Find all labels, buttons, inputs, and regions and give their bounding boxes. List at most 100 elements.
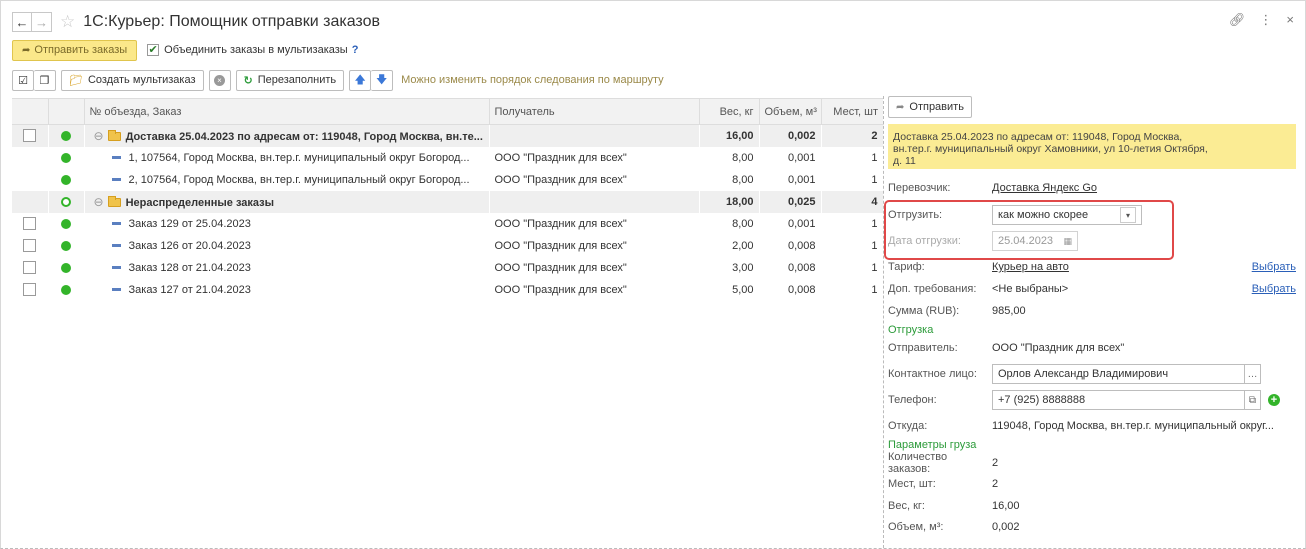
header-places[interactable]: Мест, шт — [821, 98, 883, 125]
row-order-text: Доставка 25.04.2023 по адресам от: 11904… — [125, 130, 483, 143]
table-row[interactable]: ⊖ Нераспределенные заказы 18,00 0,025 4 — [12, 190, 883, 213]
more-menu-icon[interactable]: ⋮ — [1259, 12, 1272, 28]
send-orders-button[interactable]: ➦ Отправить заказы — [12, 39, 138, 61]
refresh-icon: ↻ — [243, 74, 253, 87]
tariff-choose-link[interactable]: Выбрать — [1252, 261, 1296, 273]
orders-count-label: Количество заказов: — [888, 451, 948, 475]
table-row[interactable]: Заказ 127 от 21.04.2023 ООО "Праздник для… — [12, 279, 883, 301]
row-recipient — [489, 124, 699, 147]
table-row[interactable]: Заказ 128 от 21.04.2023 ООО "Праздник для… — [12, 257, 883, 279]
refill-button[interactable]: ↻ Перезаполнить — [235, 69, 345, 91]
tariff-link[interactable]: Курьер на авто — [992, 261, 1069, 273]
uncheck-all-icon: ❐ — [39, 74, 50, 87]
copy-icon[interactable]: ⧉ — [1245, 390, 1261, 410]
close-icon[interactable]: × — [1286, 12, 1294, 28]
row-order-text: Заказ 128 от 21.04.2023 — [128, 261, 251, 274]
status-dot-icon — [61, 262, 71, 273]
row-checkbox[interactable] — [23, 217, 37, 230]
favorite-star-icon[interactable]: ☆ — [60, 12, 75, 32]
table-row[interactable]: Заказ 129 от 25.04.2023 ООО "Праздник для… — [12, 213, 883, 235]
row-order-cell: Заказ 127 от 21.04.2023 — [84, 279, 489, 301]
row-volume: 0,008 — [787, 239, 816, 252]
table-row[interactable]: Заказ 126 от 20.04.2023 ООО "Праздник для… — [12, 235, 883, 257]
link-icon[interactable]: 🔗︎ — [1229, 12, 1246, 28]
row-status-cell — [48, 235, 84, 257]
row-places: 1 — [871, 239, 878, 252]
sum-value: 985,00 — [992, 305, 1026, 317]
row-select-cell — [12, 124, 48, 147]
table-row[interactable]: 2, 107564, Город Москва, вн.тер.г. муниц… — [12, 169, 883, 191]
folder-icon — [107, 130, 121, 142]
row-status-cell — [48, 213, 84, 235]
header-recipient[interactable]: Получатель — [489, 98, 700, 125]
carrier-link[interactable]: Доставка Яндекс Go — [992, 182, 1097, 194]
send-label: Отправить — [909, 101, 964, 113]
collapse-icon[interactable]: ⊖ — [94, 195, 104, 209]
status-dot-icon — [61, 196, 71, 207]
check-all-button[interactable]: ☑ — [12, 69, 34, 91]
delete-button[interactable]: × — [208, 69, 231, 91]
ship-select[interactable]: как можно скорее ▾ — [992, 205, 1142, 225]
help-link[interactable]: ? — [352, 44, 359, 56]
ship-label: Отгрузить: — [888, 209, 943, 221]
contact-choose-button[interactable]: … — [1245, 364, 1261, 384]
from-value: 119048, Город Москва, вн.тер.г. муниципа… — [992, 420, 1274, 432]
back-arrow-icon[interactable]: ← — [12, 12, 32, 32]
row-recipient: ООО "Праздник для всех" — [494, 239, 627, 252]
collapse-icon[interactable]: ⊖ — [94, 129, 104, 143]
row-select-cell — [12, 257, 48, 279]
extra-choose-link[interactable]: Выбрать — [1252, 283, 1296, 295]
header-status — [48, 98, 85, 125]
table-row[interactable]: 1, 107564, Город Москва, вн.тер.г. муниц… — [12, 147, 883, 169]
sender-value: ООО "Праздник для всех" — [992, 342, 1125, 354]
row-checkbox[interactable] — [23, 283, 37, 296]
dropdown-arrow-icon[interactable]: ▾ — [1120, 207, 1136, 223]
send-icon: ➦ — [896, 101, 905, 113]
phone-value: +7 (925) 8888888 — [998, 394, 1086, 406]
row-weight: 2,00 — [732, 239, 754, 252]
row-order-cell: ⊖ Доставка 25.04.2023 по адресам от: 1190… — [84, 124, 489, 147]
sum-field: Сумма (RUB): 985,00 — [888, 301, 1296, 321]
uncheck-all-button[interactable]: ❐ — [34, 69, 56, 91]
forward-arrow-icon[interactable]: → — [32, 12, 52, 32]
folder-icon — [107, 196, 121, 208]
extra-field: Доп. требования: <Не выбраны> Выбрать — [888, 279, 1296, 299]
row-status-cell — [48, 190, 84, 213]
order-item-icon — [111, 244, 121, 248]
row-checkbox[interactable] — [23, 261, 37, 274]
ship-date-value: 25.04.2023 — [998, 235, 1054, 247]
delete-icon: × — [214, 74, 225, 86]
row-volume: 0,001 — [787, 217, 816, 230]
contact-input[interactable]: Орлов Александр Владимирович — [992, 364, 1245, 384]
table-row[interactable]: ⊖ Доставка 25.04.2023 по адресам от: 1190… — [12, 124, 883, 147]
notice-line: д. 11 — [893, 155, 916, 167]
row-order-cell: 1, 107564, Город Москва, вн.тер.г. муниц… — [84, 147, 489, 169]
move-up-button[interactable]: 🡅 — [349, 69, 372, 91]
combine-checkbox[interactable]: ✔ — [147, 44, 160, 56]
orders-count-field: Количество заказов: 2 — [888, 451, 1296, 475]
create-multiorder-button[interactable]: 📁︎ Создать мультизаказ — [61, 69, 204, 91]
row-checkbox[interactable] — [23, 129, 37, 143]
phone-input[interactable]: +7 (925) 8888888 — [992, 390, 1245, 410]
send-button[interactable]: ➦ Отправить — [888, 96, 972, 118]
panel-splitter[interactable] — [883, 96, 884, 548]
header-weight[interactable]: Вес, кг — [699, 98, 760, 125]
row-status-cell — [48, 257, 84, 279]
status-dot-icon — [61, 174, 71, 185]
move-down-button[interactable]: 🡇 — [371, 69, 394, 91]
calendar-icon[interactable]: ▦ — [1063, 236, 1072, 247]
row-order-cell: Заказ 126 от 20.04.2023 — [84, 235, 489, 257]
header-volume[interactable]: Объем, м³ — [759, 98, 822, 125]
row-checkbox[interactable] — [23, 239, 37, 252]
row-volume: 0,008 — [787, 261, 816, 274]
row-order-text: Заказ 127 от 21.04.2023 — [128, 283, 251, 296]
add-phone-icon[interactable]: + — [1268, 394, 1280, 406]
row-weight: 8,00 — [732, 173, 754, 186]
ship-date-input[interactable]: 25.04.2023 ▦ — [992, 231, 1078, 251]
notice-line: Доставка 25.04.2023 по адресам от: 11904… — [893, 131, 1183, 143]
header-order[interactable]: № объезда, Заказ — [84, 98, 490, 125]
order-item-icon — [111, 266, 121, 270]
header-select — [12, 98, 49, 125]
row-order-text: 1, 107564, Город Москва, вн.тер.г. муниц… — [128, 151, 470, 164]
table-body: ⊖ Доставка 25.04.2023 по адресам от: 1190… — [12, 124, 883, 301]
